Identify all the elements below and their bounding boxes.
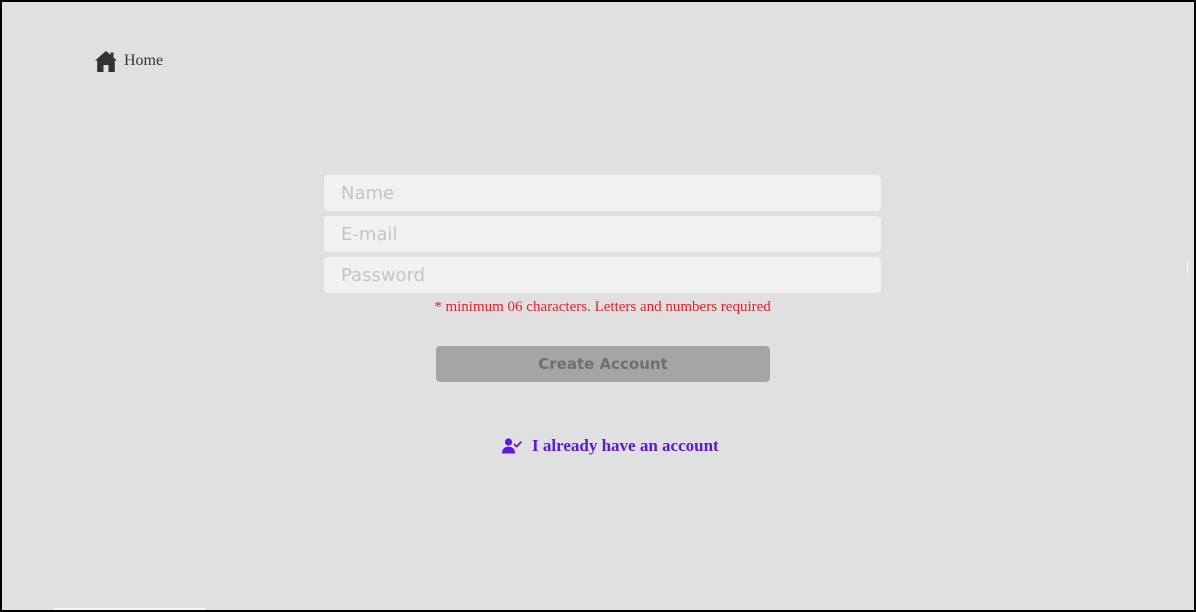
create-account-button[interactable]: Create Account <box>436 346 770 382</box>
home-link-label: Home <box>124 52 164 69</box>
password-hint: * minimum 06 characters. Letters and num… <box>434 299 771 315</box>
email-input[interactable] <box>324 216 881 252</box>
password-input[interactable] <box>324 257 881 293</box>
name-input[interactable] <box>324 175 881 211</box>
signup-form <box>324 175 881 298</box>
home-link[interactable]: Home <box>94 49 163 73</box>
home-icon <box>94 49 118 73</box>
login-link-label: I already have an account <box>532 436 719 455</box>
page-frame: Home * minimum 06 characters. Letters an… <box>0 0 1196 612</box>
user-check-icon <box>502 438 522 454</box>
bottom-strip <box>54 608 206 610</box>
login-link[interactable]: I already have an account <box>502 436 719 456</box>
edge-marker <box>1187 261 1188 273</box>
